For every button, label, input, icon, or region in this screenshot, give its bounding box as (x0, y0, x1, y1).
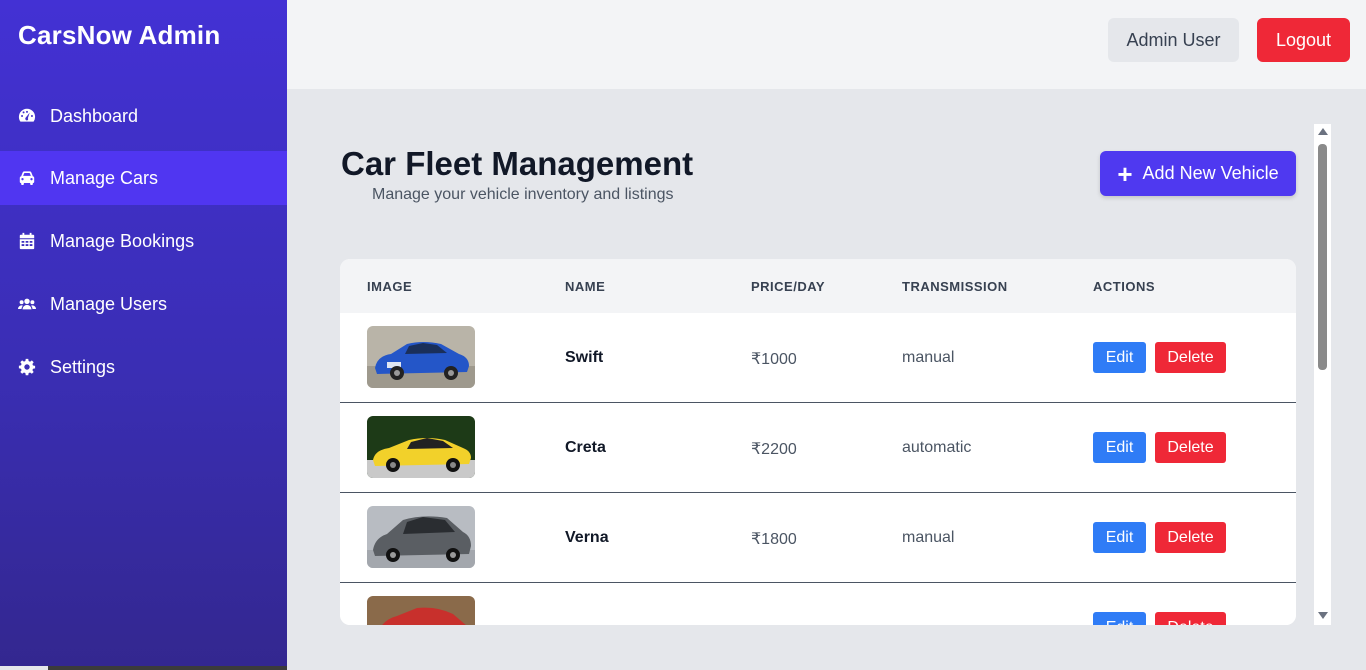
column-header-image: IMAGE (367, 279, 413, 294)
delete-button[interactable]: Delete (1155, 432, 1226, 463)
scroll-thumb[interactable] (1318, 144, 1327, 370)
column-header-transmission: TRANSMISSION (902, 279, 1008, 294)
sidebar-item-dashboard[interactable]: Dashboard (0, 89, 287, 143)
sidebar-item-label: Settings (50, 356, 116, 377)
car-name: Verna (565, 529, 609, 546)
sidebar-item-manage-cars[interactable]: Manage Cars (0, 151, 287, 205)
sidebar-item-manage-bookings[interactable]: Manage Bookings (0, 214, 287, 268)
delete-button[interactable]: Delete (1155, 522, 1226, 553)
table-row: Swift ₹1000 manual Edit Delete (340, 313, 1296, 403)
delete-button[interactable]: Delete (1155, 612, 1226, 625)
sidebar-item-settings[interactable]: Settings (0, 340, 287, 394)
page-subtitle: Manage your vehicle inventory and listin… (372, 186, 674, 203)
car-price: ₹1800 (751, 531, 797, 548)
table-row: Creta ₹2200 automatic Edit Delete (340, 403, 1296, 493)
admin-user-button[interactable]: Admin User (1108, 18, 1239, 62)
scroll-down-arrow-icon[interactable] (1318, 612, 1328, 619)
edit-button[interactable]: Edit (1093, 612, 1146, 625)
car-image (367, 326, 475, 388)
table-header: IMAGE NAME PRICE/DAY TRANSMISSION ACTION… (340, 259, 1296, 313)
page-title: Car Fleet Management (341, 145, 694, 182)
edit-button[interactable]: Edit (1093, 432, 1146, 463)
plus-icon: + (1117, 158, 1133, 189)
sidebar-item-manage-users[interactable]: Manage Users (0, 277, 287, 331)
car-transmission: manual (902, 529, 955, 546)
sidebar-item-label: Manage Bookings (50, 230, 195, 251)
car-image (367, 596, 475, 625)
edit-button[interactable]: Edit (1093, 522, 1146, 553)
sidebar-item-label: Manage Users (50, 293, 168, 314)
car-name: Creta (565, 439, 606, 456)
brand-title: CarsNow Admin (18, 20, 221, 50)
car-icon (18, 169, 36, 187)
add-vehicle-button[interactable]: + Add New Vehicle (1100, 151, 1296, 196)
car-image (367, 506, 475, 568)
column-header-price: PRICE/DAY (751, 279, 826, 294)
table-row: Verna ₹1800 manual Edit Delete (340, 493, 1296, 583)
car-transmission: automatic (902, 439, 972, 456)
car-price: ₹2200 (751, 441, 797, 458)
add-vehicle-label: Add New Vehicle (1142, 163, 1279, 183)
delete-button[interactable]: Delete (1155, 342, 1226, 373)
sidebar: CarsNow Admin Dashboard Manage Cars Mana… (0, 0, 287, 670)
car-table: IMAGE NAME PRICE/DAY TRANSMISSION ACTION… (340, 259, 1296, 625)
sidebar-item-label: Dashboard (50, 105, 139, 126)
car-transmission: manual (902, 349, 955, 366)
table-row: Edit Delete (340, 583, 1296, 625)
bottom-edge (0, 666, 1366, 670)
logout-button[interactable]: Logout (1257, 18, 1350, 62)
gear-icon (18, 358, 36, 376)
edit-button[interactable]: Edit (1093, 342, 1146, 373)
car-price: ₹1000 (751, 351, 797, 368)
column-header-name: NAME (565, 279, 606, 294)
car-name: Swift (565, 349, 604, 366)
column-header-actions: ACTIONS (1093, 279, 1155, 294)
calendar-icon (18, 232, 36, 250)
gauge-icon (18, 107, 36, 125)
sidebar-item-label: Manage Cars (50, 167, 159, 188)
content-scrollbar[interactable] (1314, 124, 1331, 625)
scroll-up-arrow-icon[interactable] (1318, 128, 1328, 135)
users-icon (18, 295, 36, 313)
car-image (367, 416, 475, 478)
